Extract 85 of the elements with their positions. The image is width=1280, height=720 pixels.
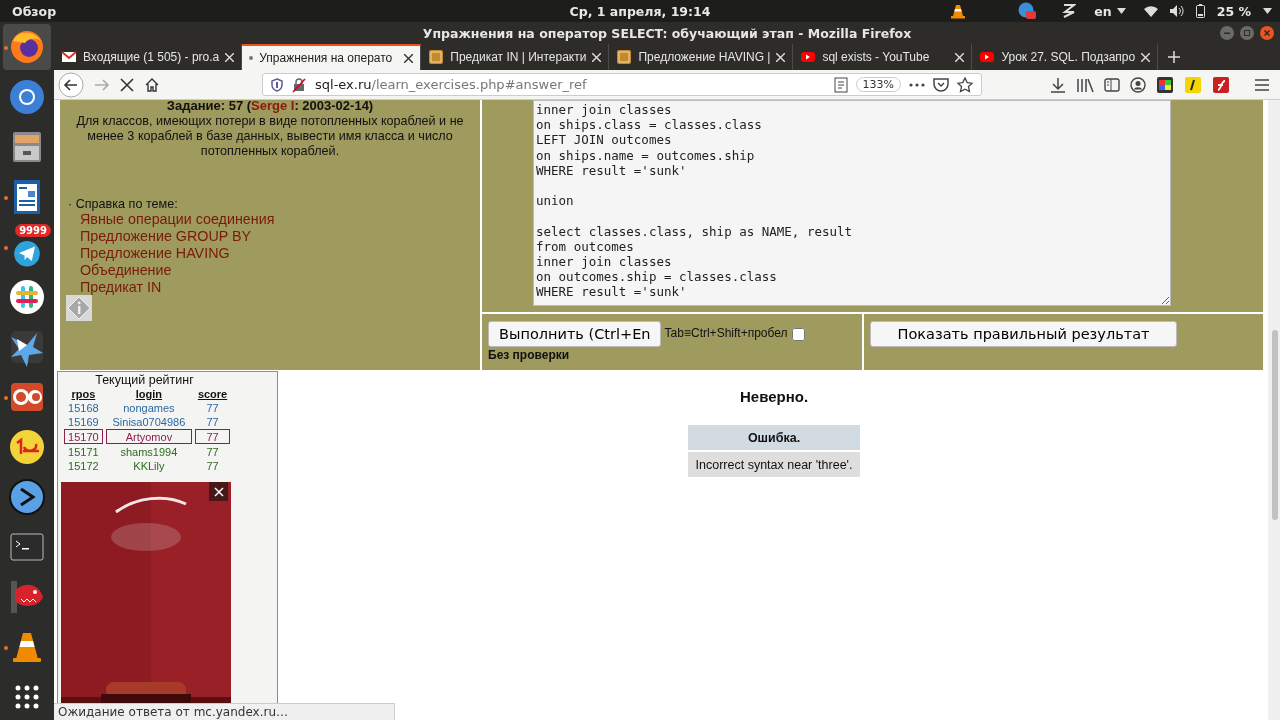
mail-icon <box>61 49 77 65</box>
more-actions-icon[interactable] <box>909 82 925 87</box>
table-cell-text: Sinisa0704986 <box>111 415 187 428</box>
help-link[interactable]: Предикат IN <box>80 279 162 296</box>
caret-icon <box>1116 8 1126 14</box>
close-ad-button[interactable] <box>209 482 228 501</box>
table-cell-text: shams1994 <box>119 445 179 458</box>
table-cell-text: 15168 <box>67 401 100 414</box>
sidebar-icon[interactable] <box>1104 77 1120 92</box>
letter-s-icon <box>428 49 445 65</box>
letter-s-icon <box>616 49 633 65</box>
close-button[interactable] <box>1260 26 1274 40</box>
column-header: login <box>134 388 164 400</box>
column-header: rpos <box>70 388 97 400</box>
run-button[interactable]: Выполнить (Ctrl+En <box>488 321 662 347</box>
help-link[interactable]: Предложение GROUP BY <box>80 228 252 245</box>
table-cell-text: 77 <box>205 401 220 414</box>
table-cell-text: 77 <box>205 445 220 458</box>
new-tab-icon[interactable] <box>1168 51 1181 63</box>
table-cell-text: 77 <box>205 415 220 428</box>
help-link[interactable]: Предложение HAVING <box>80 245 230 262</box>
zigzag-icon[interactable] <box>1062 3 1077 19</box>
sql-editor[interactable]: inner join classes on ships.class = classes.class LEFT JOIN outcomes on ships.name = outcomes.ship WHERE result ='sunk' union select classes.class, ship as NAME, result from outcomes inner join classes on outcomes.ship = classes.class WHERE result ='sunk' <box>533 100 1171 306</box>
battery-icon[interactable] <box>1195 4 1205 18</box>
verdict-text: Неверно. <box>739 388 809 405</box>
rating-title: Текущий рейтинг <box>94 373 195 387</box>
wifi-icon[interactable] <box>1143 5 1158 17</box>
loading-dot-icon <box>249 56 254 60</box>
show-result-button[interactable]: Показать правильный результат <box>870 321 1177 347</box>
download-icon[interactable] <box>1050 76 1066 93</box>
help-heading: · Справка по теме: <box>68 197 179 211</box>
table-cell-text: 77 <box>205 459 220 472</box>
stop-button[interactable] <box>120 77 134 92</box>
play-icon <box>800 49 817 65</box>
maximize-button[interactable] <box>1240 26 1254 40</box>
error-message: Incorrect syntax near 'three'. <box>688 452 860 477</box>
menu-icon[interactable] <box>1254 77 1270 92</box>
table-cell-text: 15172 <box>67 459 100 472</box>
help-link[interactable]: Объединение <box>80 262 172 279</box>
browser-tab[interactable]: Упражнения на операто <box>242 44 422 70</box>
status-text: Ожидание ответа от mc.yandex.ru… <box>54 703 395 720</box>
clock[interactable]: Ср, 1 апреля, 19:14 <box>569 3 711 19</box>
system-menu-caret-icon <box>1263 8 1272 14</box>
battery-level: 25 % <box>1216 3 1251 19</box>
traffic-cone-icon[interactable] <box>950 3 967 19</box>
dock-item[interactable]: 9999 <box>3 224 51 270</box>
activities-button[interactable]: Обзор <box>0 3 69 19</box>
insecure-lock-icon <box>291 76 307 93</box>
app-indicator-icon[interactable] <box>1018 2 1037 20</box>
close-icon[interactable] <box>404 53 414 63</box>
shield-icon <box>271 77 283 92</box>
table-cell-text: 15171 <box>67 445 100 458</box>
address-bar[interactable]: sql-ex.ru/learn_exercises.php#answer_ref 133% <box>262 73 982 96</box>
no-check-label: Без проверки <box>488 347 570 363</box>
help-link[interactable]: Явные операции соединения <box>80 211 275 228</box>
table-cell: 15170 <box>64 429 103 444</box>
reader-view-icon[interactable] <box>833 76 848 93</box>
task-heading: Задание: 57 (Serge I: 2003-02-14) <box>165 98 375 113</box>
shortcut-hint: Tab≡Ctrl+Shift+пробел <box>664 326 788 341</box>
task-description: Для классов, имеющих потери в виде потопленных кораблей и не менее 3 кораблей в базе данных, вывести имя класса и число потопленных кораблей. <box>75 114 465 159</box>
play-icon <box>979 49 996 65</box>
table-cell: 77 <box>195 429 230 444</box>
pocket-icon[interactable] <box>933 77 949 92</box>
table-cell-text: 15169 <box>67 415 100 428</box>
notification-badge: 9999 <box>15 224 51 237</box>
table-cell: Artyomov <box>105 429 193 444</box>
back-button[interactable] <box>58 71 84 98</box>
window-title: Упражнения на оператор SELECT: обучающий этап - Mozilla Firefox <box>422 25 912 41</box>
url-text: sql-ex.ru/learn_exercises.php#answer_ref <box>315 77 587 92</box>
volume-icon[interactable] <box>1169 5 1184 17</box>
extension-icon[interactable] <box>1156 75 1174 94</box>
library-icon[interactable] <box>1076 76 1094 93</box>
bookmark-star-icon[interactable] <box>957 76 973 93</box>
close-icon <box>213 486 224 497</box>
extension-icon[interactable] <box>1184 75 1202 94</box>
scrollbar[interactable] <box>1268 100 1280 720</box>
column-header: score <box>196 388 229 400</box>
table-cell-text: KKLily <box>132 459 166 472</box>
no-check-checkbox[interactable] <box>791 327 805 341</box>
error-header: Ошибка. <box>688 425 860 450</box>
minimize-button[interactable] <box>1220 26 1234 40</box>
account-icon[interactable] <box>1130 76 1146 93</box>
home-button[interactable] <box>144 76 160 93</box>
table-cell-text: nongames <box>122 401 176 414</box>
language-menu[interactable]: en <box>1094 3 1126 19</box>
